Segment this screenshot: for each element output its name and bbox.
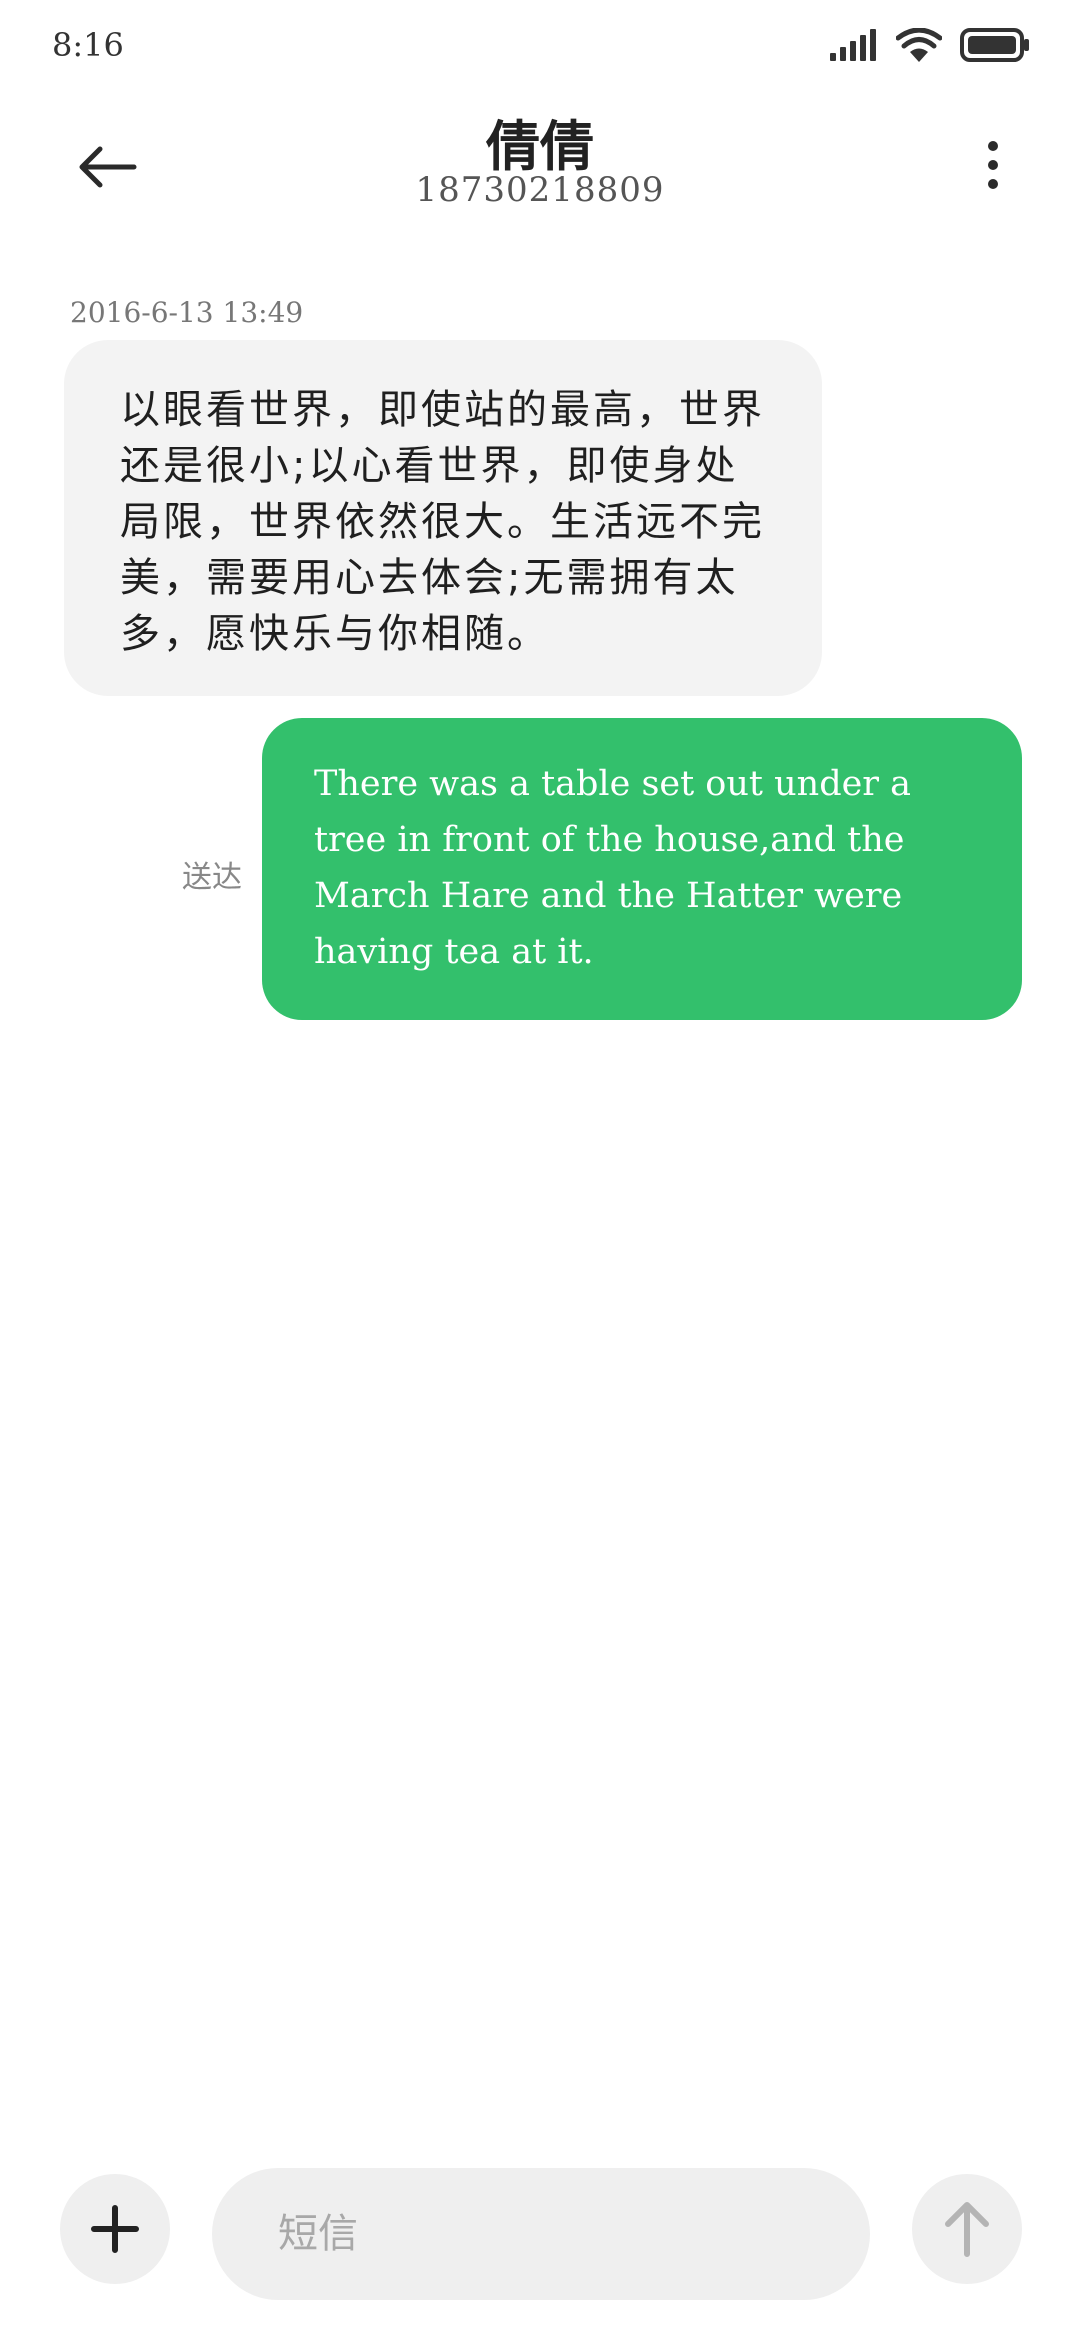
message-composer: [0, 2150, 1080, 2300]
conversation-header: 倩倩 18730218809: [0, 96, 1080, 236]
add-attachment-button[interactable]: [60, 2174, 170, 2284]
status-bar: 8:16: [0, 0, 1080, 96]
message-text: There was a table set out under a tree i…: [314, 764, 912, 972]
message-timestamp: 2016-6-13 13:49: [70, 296, 304, 329]
more-vertical-icon: [988, 141, 998, 189]
delivery-status: 送达: [182, 860, 242, 895]
message-input-container[interactable]: [212, 2168, 870, 2300]
more-options-button[interactable]: [958, 130, 1028, 200]
arrow-up-icon: [945, 2202, 989, 2257]
incoming-message-bubble[interactable]: 以眼看世界，即使站的最高，世界还是很小;以心看世界，即使身处局限，世界依然很大。…: [64, 340, 822, 696]
wifi-icon: [896, 28, 942, 62]
send-button[interactable]: [912, 2174, 1022, 2284]
message-text: 以眼看世界，即使站的最高，世界还是很小;以心看世界，即使身处局限，世界依然很大。…: [120, 387, 765, 657]
outgoing-message-bubble[interactable]: There was a table set out under a tree i…: [262, 718, 1022, 1020]
status-time: 8:16: [52, 26, 124, 64]
signal-icon: [830, 29, 876, 61]
battery-icon: [960, 28, 1029, 62]
plus-icon: [91, 2205, 139, 2253]
message-input[interactable]: [276, 2210, 870, 2258]
contact-phone-number: 18730218809: [415, 170, 665, 210]
status-icons: [828, 28, 1030, 62]
